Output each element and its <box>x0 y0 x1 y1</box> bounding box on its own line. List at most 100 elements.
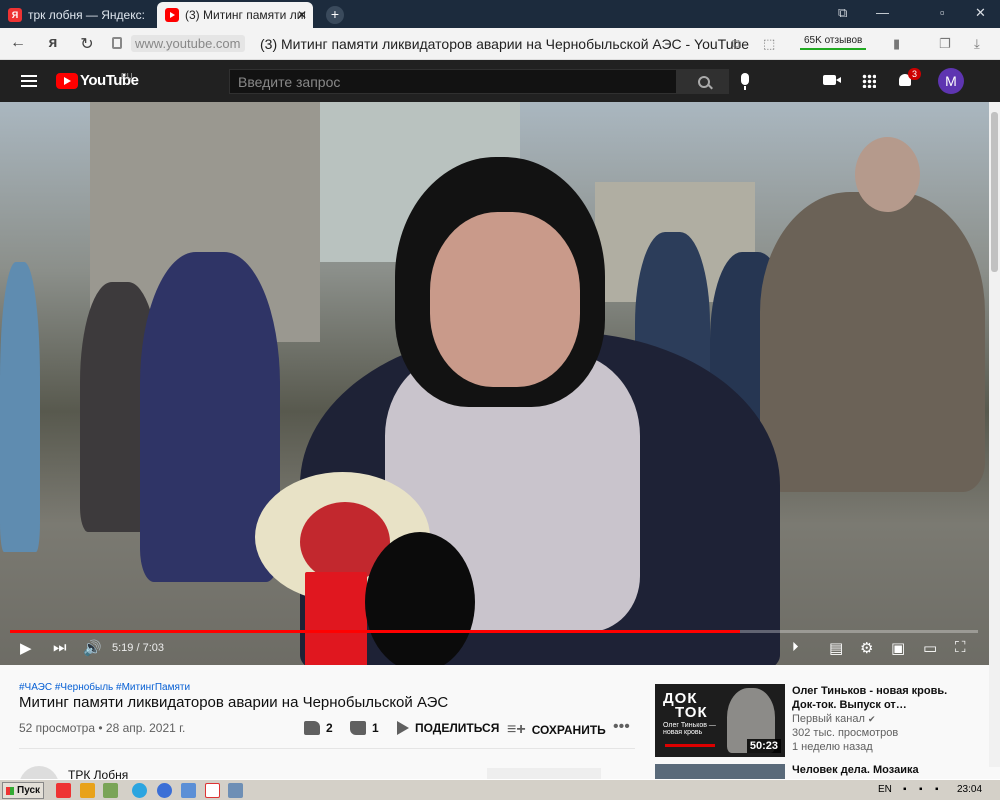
thumbnail-caption: Олег Тиньков — новая кровь <box>663 722 716 736</box>
channel-name: Первый канал <box>792 713 865 725</box>
autoplay-toggle-icon[interactable]: ⏵ <box>792 639 799 655</box>
like-count: 2 <box>326 721 333 735</box>
related-video-channel[interactable]: Первый канал ✔ <box>792 713 875 725</box>
save-button[interactable]: ≡+ СОХРАНИТЬ <box>507 721 606 739</box>
miniplayer-icon[interactable]: ▣ <box>891 639 905 657</box>
video-progress-fill <box>10 630 740 633</box>
thumbnail-text: ТОК <box>675 704 708 721</box>
start-button[interactable]: Пуск <box>2 782 44 799</box>
folder-icon[interactable] <box>181 783 196 798</box>
share-label: ПОДЕЛИТЬСЯ <box>415 721 500 735</box>
reload-icon[interactable]: ↻ <box>77 34 97 54</box>
minimize-button[interactable]: — <box>876 5 889 20</box>
video-duration: 50:23 <box>746 739 781 753</box>
address-bar: ← я ↻ www.youtube.com (3) Митинг памяти … <box>0 28 1000 60</box>
thumbs-down-icon <box>350 721 366 735</box>
divider <box>19 748 635 749</box>
youtube-favicon-icon <box>165 8 179 22</box>
telegram-icon[interactable] <box>132 783 147 798</box>
thumbnail-red-line <box>665 744 715 747</box>
tab-youtube-video[interactable]: (3) Митинг памяти лик ✕ <box>157 2 313 28</box>
save-label: СОХРАНИТЬ <box>531 723 606 737</box>
search-input[interactable] <box>229 69 677 94</box>
fullscreen-icon[interactable]: ⛶ <box>955 639 966 656</box>
playlist-add-icon: ≡+ <box>507 721 526 738</box>
yandex-task-icon[interactable] <box>205 783 220 798</box>
apps-grid-icon[interactable] <box>862 74 876 88</box>
video-title: Митинг памяти ликвидаторов аварии на Чер… <box>19 694 449 711</box>
search-button[interactable] <box>677 69 729 94</box>
more-actions-icon[interactable]: ••• <box>613 718 630 736</box>
page-title[interactable]: (3) Митинг памяти ликвидаторов аварии на… <box>260 36 749 52</box>
tab-title: (3) Митинг памяти лик <box>185 8 305 22</box>
window-task-icon[interactable] <box>228 783 243 798</box>
play-icon[interactable]: ▶ <box>20 639 32 657</box>
theater-mode-icon[interactable]: ▭ <box>923 639 937 657</box>
related-video-views: 302 тыс. просмотров <box>792 727 899 739</box>
subtitles-icon[interactable]: ▤ <box>829 639 843 657</box>
youtube-header: YouTube RU 3 M <box>0 60 1000 102</box>
menu-icon[interactable] <box>21 75 37 87</box>
download-icon[interactable]: ⤓ <box>974 36 980 52</box>
close-window-button[interactable]: ✕ <box>975 5 986 21</box>
time-display: 5:19 / 7:03 <box>112 642 164 654</box>
next-icon[interactable]: ⏭ <box>53 639 67 656</box>
bookmark-icon[interactable]: ▮ <box>893 36 900 52</box>
share-button[interactable]: ПОДЕЛИТЬСЯ <box>397 721 499 735</box>
bookmarks-icon[interactable]: ⧉ <box>838 5 847 21</box>
youtube-logo-icon[interactable] <box>56 73 78 89</box>
dislike-button[interactable]: 1 <box>350 721 379 735</box>
lock-icon <box>112 37 122 49</box>
interviewee-face <box>430 212 580 387</box>
related-video-thumbnail[interactable]: ДОК ТОК Олег Тиньков — новая кровь 50:23 <box>655 684 785 757</box>
crowd-head <box>855 137 920 212</box>
video-hashtags[interactable]: #ЧАЭС #Чернобыль #МитингПамяти <box>19 682 190 693</box>
account-avatar[interactable]: M <box>938 68 964 94</box>
thumbs-up-icon <box>304 721 320 735</box>
volume-icon[interactable]: 🔊 <box>83 639 102 657</box>
tabs-icon[interactable]: ⧉ <box>732 36 741 52</box>
url-domain[interactable]: www.youtube.com <box>131 35 245 52</box>
video-progress-bar[interactable] <box>10 630 978 633</box>
scrollbar-thumb[interactable] <box>991 112 998 272</box>
crowd-person <box>0 262 40 552</box>
browser-icon[interactable] <box>157 783 172 798</box>
tray-icon[interactable]: ▪ <box>903 784 907 795</box>
settings-gear-icon[interactable]: ⚙ <box>860 639 873 657</box>
like-button[interactable]: 2 <box>304 721 333 735</box>
tab-yandex-search[interactable]: Я трк лобня — Яндекс: наш <box>0 2 153 28</box>
system-clock: 23:04 <box>957 784 983 795</box>
yandex-browser-icon[interactable] <box>56 783 71 798</box>
close-tab-icon[interactable]: ✕ <box>297 8 307 22</box>
back-arrow-icon[interactable]: ← <box>8 34 28 52</box>
language-indicator[interactable]: EN <box>878 784 892 795</box>
file-manager-icon[interactable] <box>103 783 118 798</box>
protect-icon[interactable]: ⬚ <box>763 36 775 52</box>
related-video-age: 1 неделю назад <box>792 741 873 753</box>
browser-window: Я трк лобня — Яндекс: наш (3) Митинг пам… <box>0 0 1000 800</box>
os-taskbar: Пуск EN ▪ ▪ ▪ 23:04 <box>0 779 1000 800</box>
create-video-icon[interactable] <box>823 75 841 85</box>
microphone-image <box>365 532 475 665</box>
tray-icon[interactable]: ▪ <box>919 784 923 795</box>
maximize-button[interactable]: ▫ <box>940 5 945 20</box>
collections-icon[interactable]: ❐ <box>939 36 951 52</box>
video-player[interactable]: ▶ ⏭ 🔊 5:19 / 7:03 ⏵ ▤ ⚙ ▣ ▭ ⛶ <box>0 102 989 665</box>
share-arrow-icon <box>397 721 409 735</box>
media-player-icon[interactable] <box>80 783 95 798</box>
dislike-count: 1 <box>372 721 379 735</box>
yandex-logo-icon[interactable]: я <box>43 34 63 51</box>
related-video-title[interactable]: Человек дела. Мозаика <box>792 764 919 776</box>
tab-strip: Я трк лобня — Яндекс: наш (3) Митинг пам… <box>0 0 1000 28</box>
youtube-region-label: RU <box>121 72 133 81</box>
notifications-count-badge: 3 <box>908 68 922 80</box>
new-tab-button[interactable]: + <box>326 6 344 24</box>
yandex-favicon-icon: Я <box>8 8 22 22</box>
tray-icon[interactable]: ▪ <box>935 784 939 795</box>
reviews-badge[interactable]: 65K отзывов <box>800 33 867 50</box>
red-wrap-image <box>305 572 367 665</box>
related-video-title[interactable]: Олег Тиньков - новая кровь. Док-ток. Вып… <box>792 684 972 712</box>
video-views-date: 52 просмотра • 28 апр. 2021 г. <box>19 721 186 735</box>
verified-badge-icon: ✔ <box>867 714 876 724</box>
microphone-icon[interactable] <box>741 73 749 90</box>
